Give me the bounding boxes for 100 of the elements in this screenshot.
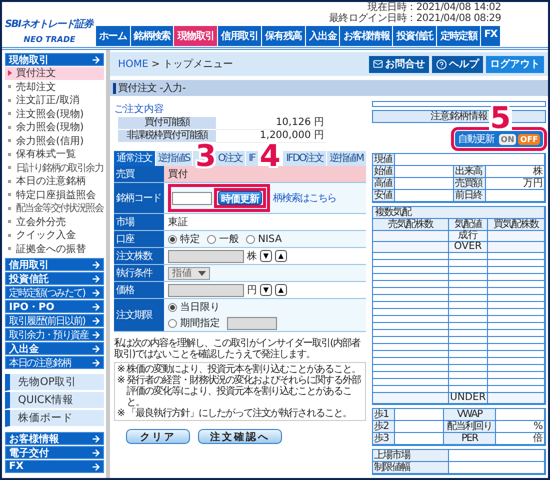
sidebar-link[interactable]: 先物OP取引 (5, 374, 104, 391)
market-value: 東証 (168, 216, 188, 229)
brand-logo: SBIネオトレード証券 (5, 18, 94, 31)
nav-tab[interactable]: 入出金 (306, 26, 340, 46)
bullet-icon (8, 152, 11, 156)
sidebar-section-label: 取引余力・預り資産 (9, 328, 88, 342)
column-header: 気配値 (448, 219, 488, 231)
sidebar-section[interactable]: 本日の注意銘柄 (5, 356, 104, 369)
nav-tab[interactable]: お客様情報 (340, 26, 394, 46)
refresh-price-button[interactable]: 時価更新 (218, 191, 262, 205)
radio-button[interactable] (246, 234, 255, 244)
nav-tab[interactable]: 保有残高 (262, 26, 306, 46)
sidebar-section[interactable]: 入出金 (5, 342, 104, 355)
bullet-icon (8, 247, 11, 250)
table-cell: 高値 (373, 178, 395, 190)
table-cell: 倍 (496, 433, 545, 445)
radio-button[interactable] (207, 234, 216, 244)
arrow-right-icon (91, 288, 101, 298)
table-cell: 買付可能額 (118, 117, 216, 130)
consent-text: 私は次の内容を理解し、この取引がインサイダー取引(内部者取引)ではないことを確認したうえで発注します。 (114, 338, 362, 360)
sidebar-section[interactable]: IPO・PO (5, 300, 104, 313)
form-button[interactable]: 注文確認へ (198, 429, 282, 444)
sidebar-item[interactable]: 注文照会(現物) (5, 108, 104, 120)
sidebar-section-label: お客様情報 (9, 432, 59, 446)
order-tab[interactable]: 逆指値M (326, 151, 366, 166)
form-button[interactable]: クリア (126, 429, 190, 444)
sidebar-item[interactable]: 余力照会(現物) (5, 121, 104, 134)
breadcrumb: HOME > トップメニュー (118, 58, 234, 71)
nav-tab[interactable]: 定時定額 (437, 26, 482, 46)
header-button[interactable]: ヘルプ (432, 56, 483, 72)
search-link[interactable]: 柄検索はこちら (273, 191, 336, 205)
sidebar-item[interactable]: 余力照会(信用) (5, 134, 104, 147)
bullet-icon (8, 126, 11, 129)
product-logo: NEO TRADE (22, 35, 76, 44)
sidebar-link[interactable]: QUICK情報 (5, 392, 104, 409)
table-cell: 出来高 (454, 166, 486, 178)
home-link[interactable]: HOME (118, 59, 148, 70)
sidebar-item[interactable]: 配当金等交付状況照会 (5, 202, 104, 214)
table-cell: % (496, 421, 545, 433)
trade-side: 買付 (168, 168, 188, 181)
header-button[interactable]: ログアウト (486, 56, 544, 72)
field-label: 売買 (114, 166, 164, 182)
sidebar-item[interactable]: 注文訂正/取消 (5, 94, 104, 106)
sidebar-item[interactable]: 買付注文 (5, 67, 104, 80)
nav-tab[interactable]: 現物取引 (174, 26, 218, 46)
table-title: 複数気配 (373, 207, 545, 219)
sidebar-item[interactable]: 本日の注意銘柄 (5, 175, 104, 188)
arrow-right-icon (91, 54, 101, 64)
radio-button[interactable] (168, 318, 177, 328)
arrow-right-icon (91, 344, 101, 354)
table-cell: 始値 (373, 166, 395, 178)
sidebar-link[interactable]: 株価ボード (5, 410, 104, 427)
sidebar-section[interactable]: 取引余力・預り資産 (5, 328, 104, 341)
order-tab[interactable]: IFDO注文 (283, 151, 326, 166)
bullet-icon (8, 234, 11, 237)
last-login-time: 最終ログイン日時：2021/04/08 08:29 (328, 13, 502, 24)
order-tab[interactable]: 通常注文 (114, 151, 155, 166)
sidebar-item[interactable]: 日計り銘柄の取引余力 (5, 162, 104, 174)
sidebar-item[interactable]: 売却注文 (5, 80, 104, 93)
sidebar-section[interactable]: 電子交付 (5, 446, 104, 459)
sidebar-item[interactable]: 特定口座損益照会 (5, 188, 104, 201)
radio-button[interactable] (168, 302, 177, 312)
table-cell: UNDER (448, 393, 488, 404)
field-label: 価格 (114, 282, 164, 298)
sidebar-item-label: 特定口座損益照会 (16, 188, 96, 202)
sidebar-section-label: FX (9, 461, 24, 472)
sidebar-item-label: 立会外分売 (16, 216, 66, 229)
sidebar-section[interactable]: 現物取引 (5, 53, 104, 66)
toggle-option[interactable]: ON (498, 134, 516, 144)
sidebar-item[interactable]: 保有株式一覧 (5, 148, 104, 160)
field-label: 注文期限 (114, 299, 164, 331)
sidebar-section[interactable]: FX (5, 460, 104, 473)
sidebar-item-label: 余力照会(信用) (16, 134, 84, 148)
auto-update-toggle[interactable]: 自動更新 ON OFF (454, 131, 543, 147)
nav-tab[interactable]: 銘柄検索 (130, 26, 174, 46)
sidebar-item[interactable]: 立会外分売 (5, 216, 104, 228)
nav-tab[interactable]: 信用取引 (218, 26, 262, 46)
sidebar-section[interactable]: お客様情報 (5, 432, 104, 445)
note-mark: ※ (117, 408, 124, 419)
nav-tab[interactable]: ホーム (96, 26, 131, 46)
code-input[interactable] (172, 192, 212, 204)
nav-tab[interactable]: FX (481, 26, 502, 46)
radio-button[interactable] (168, 234, 177, 244)
sidebar-item-label: 保有株式一覧 (16, 148, 76, 162)
sidebar-item-label: 注文訂正/取消 (16, 94, 80, 108)
sidebar-section[interactable]: 投資信託 (5, 272, 104, 285)
sidebar-item[interactable]: 証拠金への振替 (5, 242, 104, 255)
sidebar-section[interactable]: 信用取引 (5, 258, 104, 271)
order-tab[interactable]: 逆指値S (156, 151, 192, 166)
order-tab[interactable]: IF (246, 151, 258, 166)
table-cell: 非課税枠買付可能額 (118, 130, 216, 143)
sidebar-item[interactable]: クイック入金 (5, 229, 104, 242)
sidebar-section[interactable]: 定時定額(つみたて) (5, 286, 104, 299)
bullet-icon (8, 166, 11, 170)
header-button[interactable]: お問合せ (369, 56, 429, 72)
step-number: 4 (258, 145, 280, 170)
sidebar-section-label: 信用取引 (9, 258, 49, 272)
nav-tab[interactable]: 投資信託 (393, 26, 438, 46)
table-cell: 配当利回り (444, 421, 496, 433)
sidebar-section[interactable]: 取引履歴(前日以前) (5, 314, 104, 327)
